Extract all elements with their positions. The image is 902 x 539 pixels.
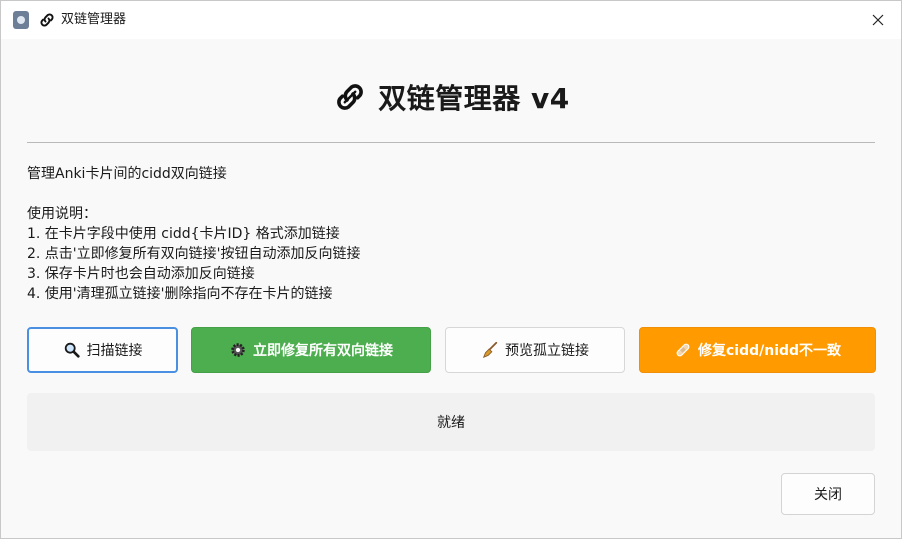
- link-icon: [337, 84, 364, 110]
- bandage-icon: [676, 343, 690, 357]
- instructions-heading: 使用说明：: [27, 206, 97, 222]
- status-text: 就绪: [437, 415, 465, 431]
- status-area: 就绪: [27, 393, 875, 451]
- divider: [27, 142, 875, 143]
- description-text: 管理Anki卡片间的cidd双向链接: [27, 166, 227, 182]
- broom-icon: [482, 341, 498, 359]
- fix-cidd-nidd-label: 修复cidd/nidd不一致: [697, 343, 842, 359]
- gear-icon: [231, 343, 245, 357]
- instruction-line: 2. 点击'立即修复所有双向链接'按钮自动添加反向链接: [27, 246, 361, 262]
- instructions: 使用说明： 1. 在卡片字段中使用 cidd{卡片ID} 格式添加链接 2. 点…: [27, 204, 361, 304]
- page-title: 双链管理器 v4: [378, 82, 570, 115]
- instruction-line: 4. 使用'清理孤立链接'删除指向不存在卡片的链接: [27, 286, 333, 302]
- title-bar[interactable]: 双链管理器: [1, 1, 901, 39]
- window-close-button[interactable]: [855, 1, 901, 39]
- instruction-line: 1. 在卡片字段中使用 cidd{卡片ID} 格式添加链接: [27, 226, 340, 242]
- magnifier-icon: [64, 342, 80, 358]
- preview-orphans-label: 预览孤立链接: [505, 343, 589, 359]
- fix-all-links-label: 立即修复所有双向链接: [253, 343, 393, 359]
- fix-all-links-button[interactable]: 立即修复所有双向链接: [191, 327, 431, 373]
- scan-links-button[interactable]: 扫描链接: [27, 327, 178, 373]
- fix-cidd-nidd-button[interactable]: 修复cidd/nidd不一致: [639, 327, 876, 373]
- close-button-label: 关闭: [814, 487, 842, 503]
- window-title: 双链管理器: [61, 12, 127, 27]
- instruction-line: 3. 保存卡片时也会自动添加反向链接: [27, 266, 255, 282]
- preview-orphans-button[interactable]: 预览孤立链接: [445, 327, 625, 373]
- link-icon: [40, 13, 54, 27]
- close-icon: [872, 14, 884, 26]
- manager-window: 双链管理器 双链管理器 v4 管理Anki卡片间的cidd双向链接 使用说明： …: [0, 0, 902, 539]
- header: 双链管理器 v4: [1, 75, 901, 119]
- scan-links-label: 扫描链接: [86, 343, 143, 359]
- anki-app-icon: [13, 11, 29, 29]
- close-button[interactable]: 关闭: [781, 473, 875, 515]
